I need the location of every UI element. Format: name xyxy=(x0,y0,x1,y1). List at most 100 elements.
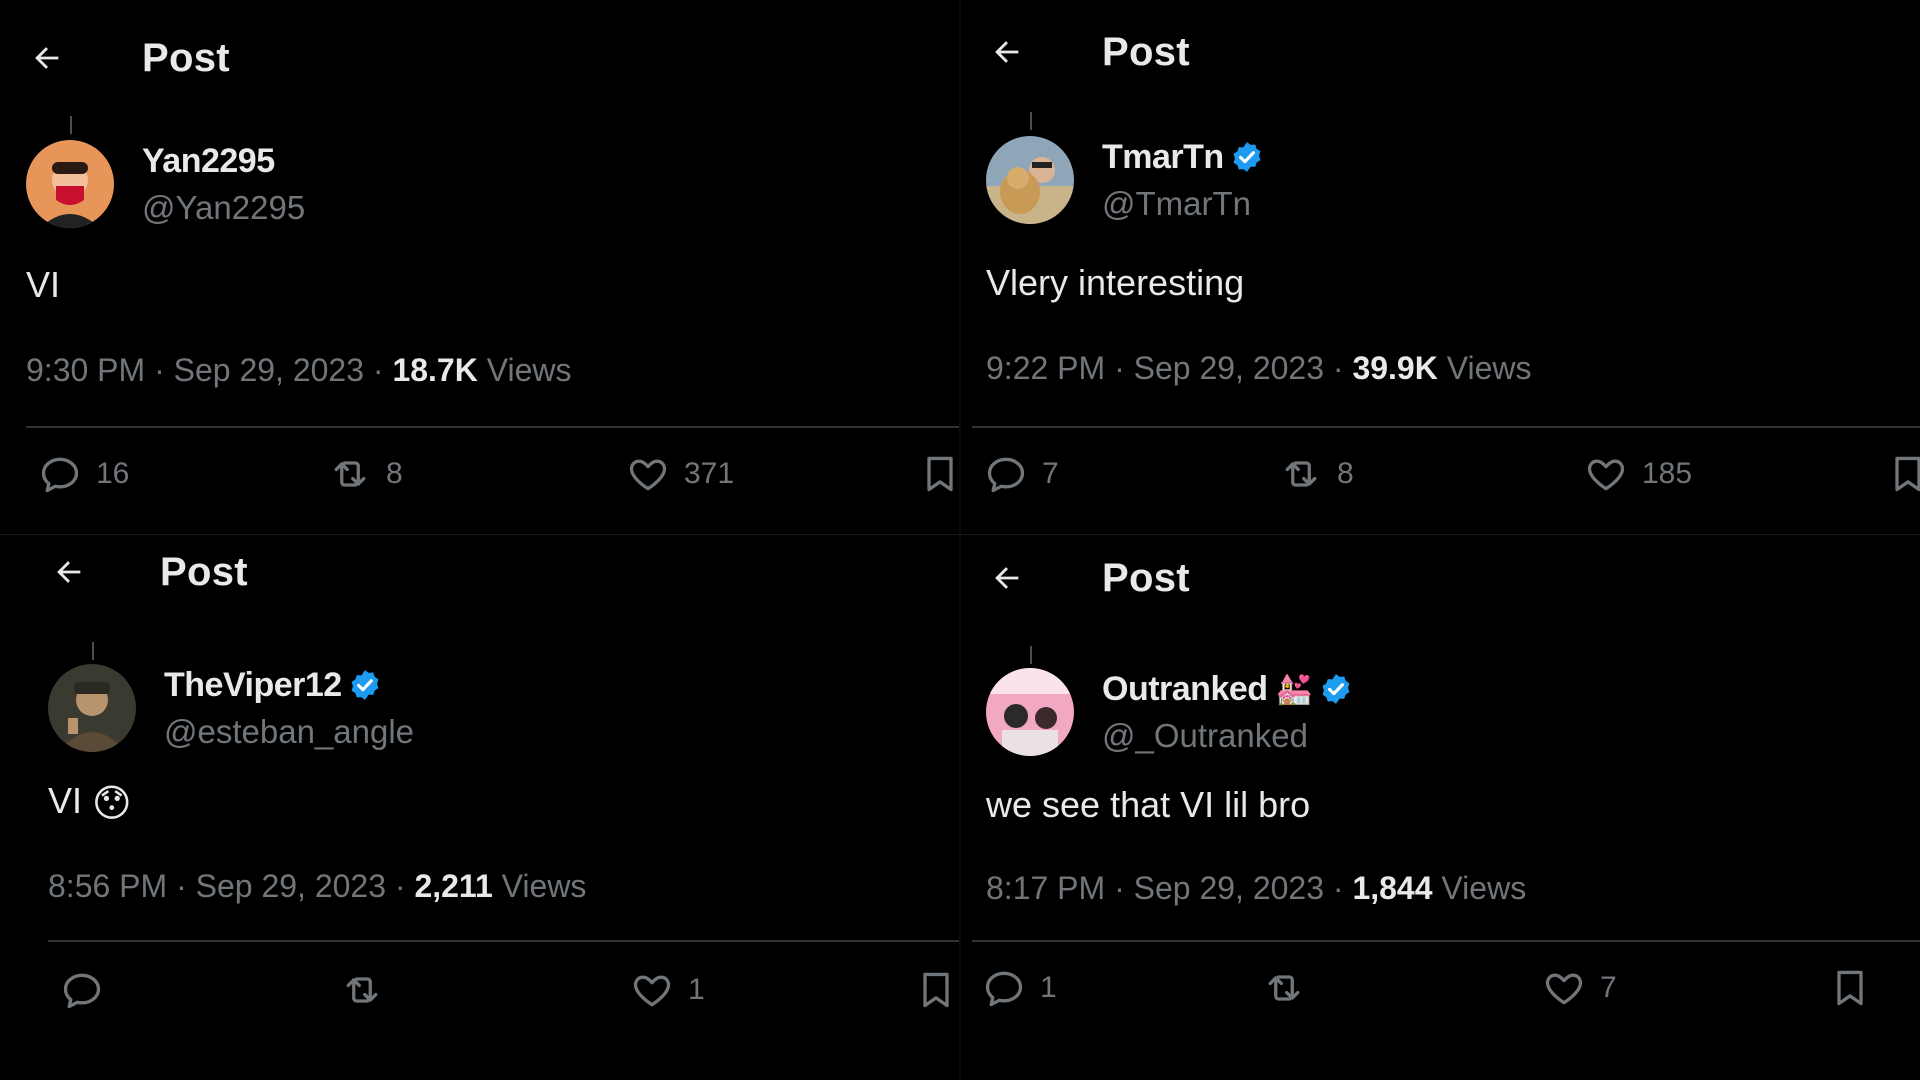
page-title: Post xyxy=(160,549,248,594)
wedding-emoji: 💒 xyxy=(1275,672,1313,706)
repost-icon xyxy=(1285,461,1317,487)
page-title: Post xyxy=(1102,555,1190,600)
reply-icon xyxy=(985,971,1023,1007)
repost-button[interactable]: 8 xyxy=(1279,452,1354,496)
bookmark-button[interactable] xyxy=(918,452,960,496)
like-count: 7 xyxy=(1600,971,1617,1004)
bookmark-icon xyxy=(923,972,949,1008)
thread-line xyxy=(70,116,72,134)
post-timestamp[interactable]: 9:22 PM · Sep 29, 2023 · xyxy=(986,350,1352,386)
post-panel: Post TheViper12 @esteban_angle VI 😯 8:56… xyxy=(0,540,960,1080)
verified-badge-icon xyxy=(1322,674,1350,704)
reply-button[interactable]: 7 xyxy=(984,452,1059,496)
post-text: VI 😯 xyxy=(48,780,132,826)
like-button[interactable]: 1 xyxy=(630,968,705,1012)
reply-count: 1 xyxy=(1040,971,1057,1004)
verified-badge-icon xyxy=(351,670,379,700)
heart-icon xyxy=(629,459,667,491)
avatar[interactable] xyxy=(26,140,114,228)
post-author[interactable]: Outranked 💒 @_Outranked xyxy=(986,668,1353,756)
reply-count: 7 xyxy=(1042,457,1059,490)
action-bar: 1 7 xyxy=(982,966,1904,1022)
display-name[interactable]: Yan2295 xyxy=(142,142,275,181)
back-arrow-icon[interactable] xyxy=(986,31,1028,73)
display-name[interactable]: Outranked xyxy=(1102,670,1268,709)
thread-line xyxy=(1030,646,1032,664)
post-author[interactable]: Yan2295 @Yan2295 xyxy=(26,140,305,228)
reply-button[interactable]: 16 xyxy=(38,452,129,496)
repost-icon xyxy=(334,461,366,487)
like-button[interactable]: 185 xyxy=(1584,452,1692,496)
bookmark-button[interactable] xyxy=(914,968,958,1012)
page-title: Post xyxy=(1102,29,1190,74)
post-panel: Post Yan2295 @Yan2295 VI 9:30 PM · Sep 2… xyxy=(0,0,960,540)
divider xyxy=(48,940,960,942)
post-text: VI xyxy=(26,264,61,305)
post-panel: Post TmarTn @TmarTn Vlery interesting 9:… xyxy=(960,0,1920,540)
post-timestamp[interactable]: 8:17 PM · Sep 29, 2023 · xyxy=(986,870,1352,906)
reply-icon xyxy=(987,457,1025,493)
like-count: 1 xyxy=(688,973,705,1006)
action-bar: 1 xyxy=(60,968,960,1024)
post-timestamp[interactable]: 9:30 PM · Sep 29, 2023 · xyxy=(26,352,392,388)
like-button[interactable]: 371 xyxy=(626,452,734,496)
astonished-face-emoji: 😯 xyxy=(92,782,132,825)
action-bar: 7 8 185 xyxy=(984,452,1920,508)
avatar[interactable] xyxy=(986,668,1074,756)
views-label: Views xyxy=(1432,870,1527,906)
post-meta: 9:30 PM · Sep 29, 2023 · 18.7K Views xyxy=(26,352,572,389)
bookmark-button[interactable] xyxy=(1828,966,1872,1010)
avatar[interactable] xyxy=(986,136,1074,224)
post-timestamp[interactable]: 8:56 PM · Sep 29, 2023 · xyxy=(48,868,414,904)
post-text-content: VI xyxy=(48,780,83,821)
post-author[interactable]: TheViper12 @esteban_angle xyxy=(48,664,414,752)
user-handle[interactable]: @Yan2295 xyxy=(142,189,305,227)
post-header: Post xyxy=(26,28,230,88)
thread-line xyxy=(92,642,94,660)
bookmark-icon xyxy=(927,456,953,492)
post-text: we see that VI lil bro xyxy=(986,784,1311,825)
views-count: 2,211 xyxy=(414,868,493,904)
post-author[interactable]: TmarTn @TmarTn xyxy=(986,136,1264,224)
display-name[interactable]: TmarTn xyxy=(1102,138,1224,177)
views-count: 39.9K xyxy=(1352,350,1438,386)
heart-icon xyxy=(1587,459,1625,491)
bookmark-button[interactable] xyxy=(1886,452,1920,496)
post-text: Vlery interesting xyxy=(986,262,1245,303)
user-handle[interactable]: @esteban_angle xyxy=(164,713,414,751)
repost-button[interactable]: 8 xyxy=(328,452,403,496)
divider xyxy=(972,426,1920,428)
views-label: Views xyxy=(477,352,572,388)
back-arrow-icon[interactable] xyxy=(986,557,1028,599)
reply-button[interactable] xyxy=(60,968,118,1012)
display-name[interactable]: TheViper12 xyxy=(164,666,342,705)
user-handle[interactable]: @TmarTn xyxy=(1102,185,1264,223)
bookmark-icon xyxy=(1837,970,1863,1006)
reply-icon xyxy=(41,457,79,493)
views-label: Views xyxy=(492,868,587,904)
bookmark-icon xyxy=(1895,456,1920,492)
post-meta: 9:22 PM · Sep 29, 2023 · 39.9K Views xyxy=(986,350,1532,387)
reply-button[interactable]: 1 xyxy=(982,966,1057,1010)
reply-icon xyxy=(63,973,101,1009)
back-arrow-icon[interactable] xyxy=(48,551,90,593)
repost-icon xyxy=(346,977,378,1003)
page-title: Post xyxy=(142,35,230,80)
avatar[interactable] xyxy=(48,664,136,752)
reply-count: 16 xyxy=(96,457,130,490)
like-count: 185 xyxy=(1642,457,1693,490)
like-button[interactable]: 7 xyxy=(1542,966,1617,1010)
heart-icon xyxy=(633,975,671,1007)
divider xyxy=(972,940,1920,942)
heart-icon xyxy=(1545,973,1583,1005)
repost-button[interactable] xyxy=(340,968,398,1012)
like-count: 371 xyxy=(684,457,735,490)
views-count: 18.7K xyxy=(392,352,478,388)
repost-button[interactable] xyxy=(1262,966,1320,1010)
user-handle[interactable]: @_Outranked xyxy=(1102,717,1353,755)
repost-count: 8 xyxy=(1337,457,1354,490)
post-panel: Post Outranked 💒 @_Outranked we see that… xyxy=(960,540,1920,1080)
action-bar: 16 8 371 xyxy=(38,452,960,508)
repost-count: 8 xyxy=(386,457,403,490)
back-arrow-icon[interactable] xyxy=(26,37,68,79)
